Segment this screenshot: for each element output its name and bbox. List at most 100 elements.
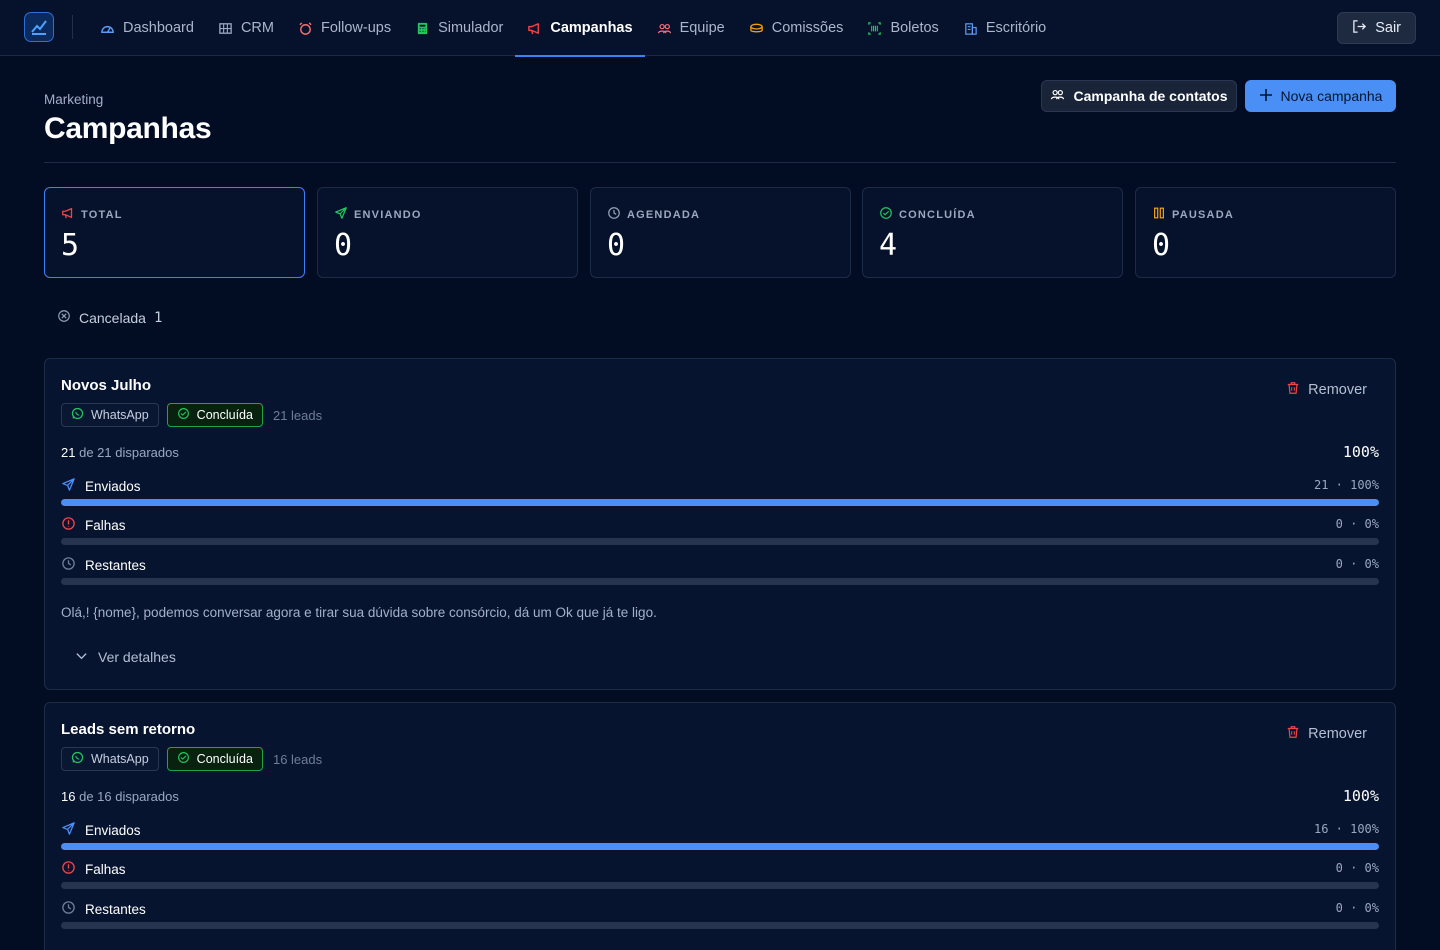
nav-item-comissoes[interactable]: Comissões	[737, 0, 856, 56]
metric-falhas: Falhas 0 · 0%	[61, 516, 1379, 545]
cancelled-count: 1	[153, 309, 163, 326]
nav-item-label: Boletos	[890, 20, 939, 36]
progress-percent: 100%	[1342, 443, 1379, 461]
dispatched-count: 16	[61, 789, 76, 804]
barcode-icon	[867, 21, 882, 36]
channel-badge: WhatsApp	[61, 403, 159, 427]
send-icon	[334, 206, 348, 223]
logo-chart-icon	[31, 20, 47, 35]
metric-label: Restantes	[85, 557, 146, 573]
remove-button[interactable]: Remover	[1286, 725, 1367, 743]
nav-item-label: Campanhas	[550, 20, 633, 36]
logout-button[interactable]: Sair	[1337, 12, 1416, 44]
stat-value: 0	[334, 228, 353, 263]
stat-card-total[interactable]: TOTAL 5	[44, 187, 305, 278]
channel-badge: WhatsApp	[61, 747, 159, 771]
megaphone-icon	[527, 21, 542, 36]
users-icon	[1050, 87, 1065, 105]
stat-label: PAUSADA	[1172, 208, 1234, 221]
dispatched-count: 21	[61, 445, 76, 460]
nav-item-label: Follow-ups	[320, 20, 392, 36]
stat-card-concluida[interactable]: CONCLUÍDA 4	[862, 187, 1123, 278]
contacts-campaign-button[interactable]: Campanha de contatos	[1041, 80, 1237, 112]
nav-divider	[72, 15, 73, 39]
status-badge: Concluída	[166, 403, 263, 427]
clock-icon	[61, 556, 76, 574]
stat-card-agendada[interactable]: AGENDADA 0	[590, 187, 851, 278]
metric-restantes: Restantes 0 · 0%	[61, 900, 1379, 929]
stat-card-enviando[interactable]: ENVIANDO 0	[317, 187, 578, 278]
check-circle-icon	[177, 751, 190, 767]
alert-circle-icon	[61, 516, 76, 534]
nav-item-follow-ups[interactable]: Follow-ups	[286, 0, 403, 56]
calculator-icon	[415, 21, 430, 36]
progress-bar-fill	[61, 843, 1379, 850]
megaphone-icon	[61, 206, 75, 223]
metric-restantes: Restantes 0 · 0%	[61, 556, 1379, 585]
nav-item-label: CRM	[240, 20, 274, 36]
progress-bar	[61, 922, 1379, 929]
alarm-icon	[298, 21, 313, 36]
metric-label: Restantes	[85, 901, 146, 917]
nav-item-campanhas[interactable]: Campanhas	[515, 0, 645, 57]
check-circle-icon	[879, 206, 893, 223]
nav-item-label: Simulador	[438, 20, 504, 36]
progress-bar	[61, 843, 1379, 850]
channel-label: WhatsApp	[91, 752, 149, 766]
details-toggle[interactable]: Ver detalhes	[75, 649, 176, 665]
metric-value: 0 · 0%	[1335, 901, 1379, 915]
progress-bar-fill	[61, 499, 1379, 506]
dispatched-summary: 16 de 16 disparados	[61, 789, 179, 804]
nav-item-equipe[interactable]: Equipe	[645, 0, 737, 56]
whatsapp-icon	[71, 407, 84, 423]
progress-bar	[61, 578, 1379, 585]
kanban-icon	[218, 21, 233, 36]
leads-count: 21 leads	[272, 407, 323, 423]
top-navbar: Dashboard CRM Follow-ups Simulador Campa…	[0, 0, 1440, 57]
leads-count: 16 leads	[272, 751, 323, 767]
metric-label: Falhas	[85, 517, 126, 533]
nav-item-dashboard[interactable]: Dashboard	[88, 0, 206, 56]
nav-item-crm[interactable]: CRM	[206, 0, 286, 56]
trash-icon	[1286, 725, 1300, 743]
whatsapp-icon	[71, 751, 84, 767]
metric-enviados: Enviados 21 · 100%	[61, 477, 1379, 506]
metric-enviados: Enviados 16 · 100%	[61, 821, 1379, 850]
progress-bar	[61, 499, 1379, 506]
stat-value: 5	[61, 228, 80, 263]
nav-item-simulador[interactable]: Simulador	[403, 0, 515, 56]
new-campaign-label: Nova campanha	[1280, 88, 1383, 104]
stat-label: ENVIANDO	[354, 208, 422, 221]
nav-item-boletos[interactable]: Boletos	[855, 0, 950, 56]
new-campaign-button[interactable]: Nova campanha	[1245, 80, 1396, 112]
stat-label: TOTAL	[81, 208, 123, 221]
metric-label: Falhas	[85, 861, 126, 877]
stat-label: AGENDADA	[627, 208, 701, 221]
app-logo[interactable]	[24, 12, 54, 42]
stat-card-pausada[interactable]: PAUSADA 0	[1135, 187, 1396, 278]
cancelled-filter[interactable]: Cancelada 1	[57, 309, 162, 326]
metric-value: 0 · 0%	[1335, 517, 1379, 531]
nav-item-label: Comissões	[771, 20, 844, 36]
trash-icon	[1286, 381, 1300, 399]
metric-falhas: Falhas 0 · 0%	[61, 860, 1379, 889]
campaign-title: Leads sem retorno	[61, 721, 196, 738]
users-icon	[657, 21, 672, 36]
cancelled-label: Cancelada	[79, 309, 146, 326]
alert-circle-icon	[61, 860, 76, 878]
page-title: Campanhas	[44, 112, 212, 145]
remove-button[interactable]: Remover	[1286, 381, 1367, 399]
building-icon	[963, 21, 978, 36]
logout-label: Sair	[1375, 20, 1401, 36]
check-circle-icon	[177, 407, 190, 423]
plus-icon	[1259, 88, 1273, 105]
chevron-down-icon	[75, 649, 88, 665]
header-divider	[44, 162, 1396, 163]
campaign-card: Novos Julho Remover WhatsApp Concluída 2…	[44, 358, 1396, 690]
breadcrumb: Marketing	[44, 92, 104, 107]
gauge-icon	[100, 21, 115, 36]
dispatched-summary: 21 de 21 disparados	[61, 445, 179, 460]
stat-value: 0	[1152, 228, 1171, 263]
metric-value: 16 · 100%	[1313, 822, 1379, 836]
nav-item-escritorio[interactable]: Escritório	[951, 0, 1058, 56]
